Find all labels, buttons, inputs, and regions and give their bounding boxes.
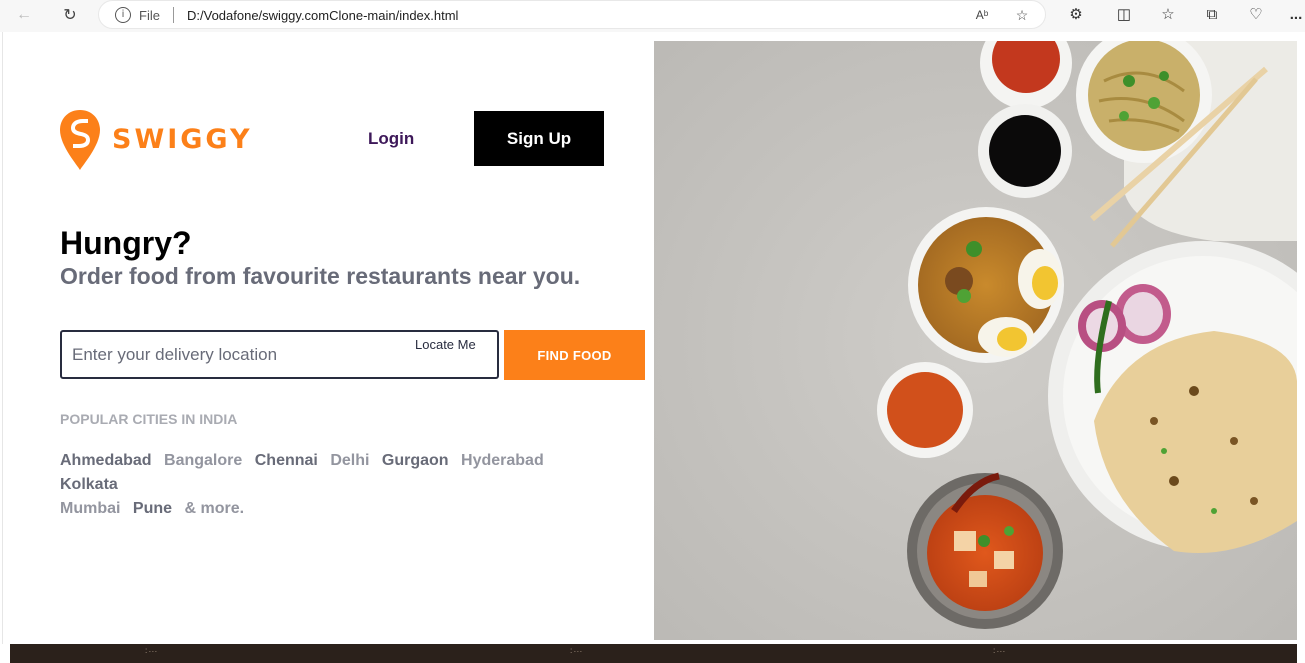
city-link-delhi[interactable]: Delhi xyxy=(330,452,369,469)
city-link-kolkata[interactable]: Kolkata xyxy=(60,476,118,493)
browser-toolbar: ← ↻ i File D:/Vodafone/swiggy.comClone-m… xyxy=(0,0,1305,32)
strip-decoration-icon: ∶⋯ xyxy=(993,646,1007,656)
popular-cities-list: Ahmedabad Bangalore Chennai Delhi Gurgao… xyxy=(60,449,620,521)
address-separator xyxy=(173,7,174,23)
city-link-ahmedabad[interactable]: Ahmedabad xyxy=(60,452,152,469)
favorite-star-icon[interactable]: ☆ xyxy=(1013,6,1031,24)
page-border xyxy=(2,32,3,644)
health-icon[interactable]: ♡ xyxy=(1246,5,1266,25)
strip-decoration-icon: ∶⋯ xyxy=(145,646,159,656)
refresh-icon[interactable]: ↻ xyxy=(58,4,82,26)
brand-name: SWIGGY xyxy=(112,124,253,155)
file-label: File xyxy=(139,8,160,23)
city-link-bangalore[interactable]: Bangalore xyxy=(164,452,242,469)
location-input[interactable] xyxy=(72,342,402,368)
city-link-gurgaon[interactable]: Gurgaon xyxy=(382,452,449,469)
locate-me-button[interactable]: Locate Me xyxy=(415,337,476,352)
city-link-mumbai[interactable]: Mumbai xyxy=(60,500,120,517)
swiggy-pin-icon xyxy=(60,110,100,170)
url-text[interactable]: D:/Vodafone/swiggy.comClone-main/index.h… xyxy=(187,8,458,23)
hero-food-image xyxy=(654,41,1297,640)
info-icon[interactable]: i xyxy=(115,7,131,23)
hero-title: Hungry? xyxy=(60,225,192,261)
city-link-hyderabad[interactable]: Hyderabad xyxy=(461,452,544,469)
city-link-pune[interactable]: Pune xyxy=(133,500,172,517)
location-search-box: Locate Me xyxy=(60,330,499,379)
split-screen-icon[interactable]: ◫ xyxy=(1114,5,1134,25)
login-link[interactable]: Login xyxy=(368,129,414,149)
food-illustration xyxy=(654,41,1297,640)
address-bar[interactable]: i File D:/Vodafone/swiggy.comClone-main/… xyxy=(98,0,1046,29)
more-menu-icon[interactable]: ... xyxy=(1286,5,1305,25)
signup-button[interactable]: Sign Up xyxy=(474,111,604,166)
extensions-icon[interactable]: ⚙ xyxy=(1066,5,1086,25)
find-food-button[interactable]: FIND FOOD xyxy=(504,330,645,380)
hero-subtitle: Order food from favourite restaurants ne… xyxy=(60,263,581,289)
collections-icon[interactable]: ⧉ xyxy=(1202,5,1222,25)
city-link-chennai[interactable]: Chennai xyxy=(255,452,318,469)
popular-cities-heading: POPULAR CITIES IN INDIA xyxy=(60,411,238,427)
more-cities-link[interactable]: & more. xyxy=(184,500,244,517)
read-aloud-icon[interactable]: A​ᵇ xyxy=(973,6,991,24)
strip-decoration-icon: ∶⋯ xyxy=(570,646,584,656)
bottom-strip: ∶⋯ ∶⋯ ∶⋯ xyxy=(10,644,1297,663)
swiggy-logo[interactable]: SWIGGY xyxy=(60,110,265,172)
favorites-icon[interactable]: ☆ xyxy=(1158,5,1178,25)
back-icon[interactable]: ← xyxy=(12,4,36,26)
